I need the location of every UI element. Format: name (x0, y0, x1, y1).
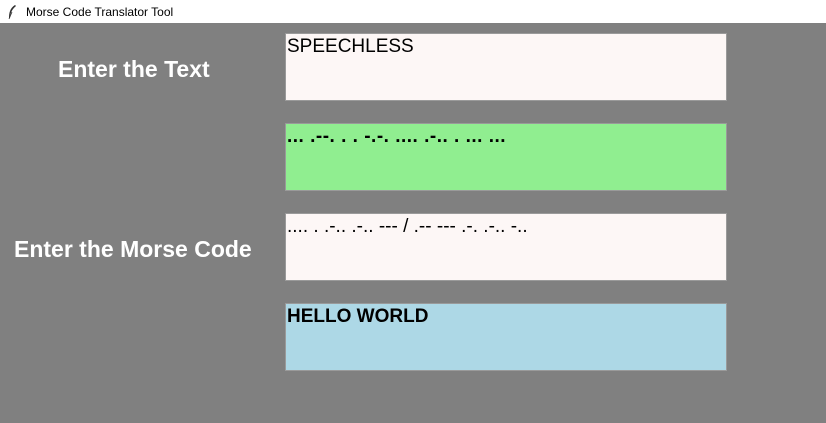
text-input[interactable] (286, 34, 726, 100)
title-bar: Morse Code Translator Tool (0, 0, 826, 23)
enter-morse-label: Enter the Morse Code (14, 236, 252, 262)
morse-input-box[interactable] (285, 213, 727, 281)
text-input-box[interactable] (285, 33, 727, 101)
text-output: HELLO WORLD (287, 306, 429, 327)
enter-text-label: Enter the Text (58, 56, 210, 82)
morse-input[interactable] (286, 214, 726, 280)
feather-icon (4, 4, 20, 20)
morse-output-box: ... .--. . . -.-. .... .-.. . ... ... (285, 123, 727, 191)
window-title: Morse Code Translator Tool (26, 4, 174, 19)
main-window-area: Enter the Text ... .--. . . -.-. .... .-… (0, 23, 826, 423)
text-output-box: HELLO WORLD (285, 303, 727, 371)
morse-output: ... .--. . . -.-. .... .-.. . ... ... (287, 126, 507, 147)
